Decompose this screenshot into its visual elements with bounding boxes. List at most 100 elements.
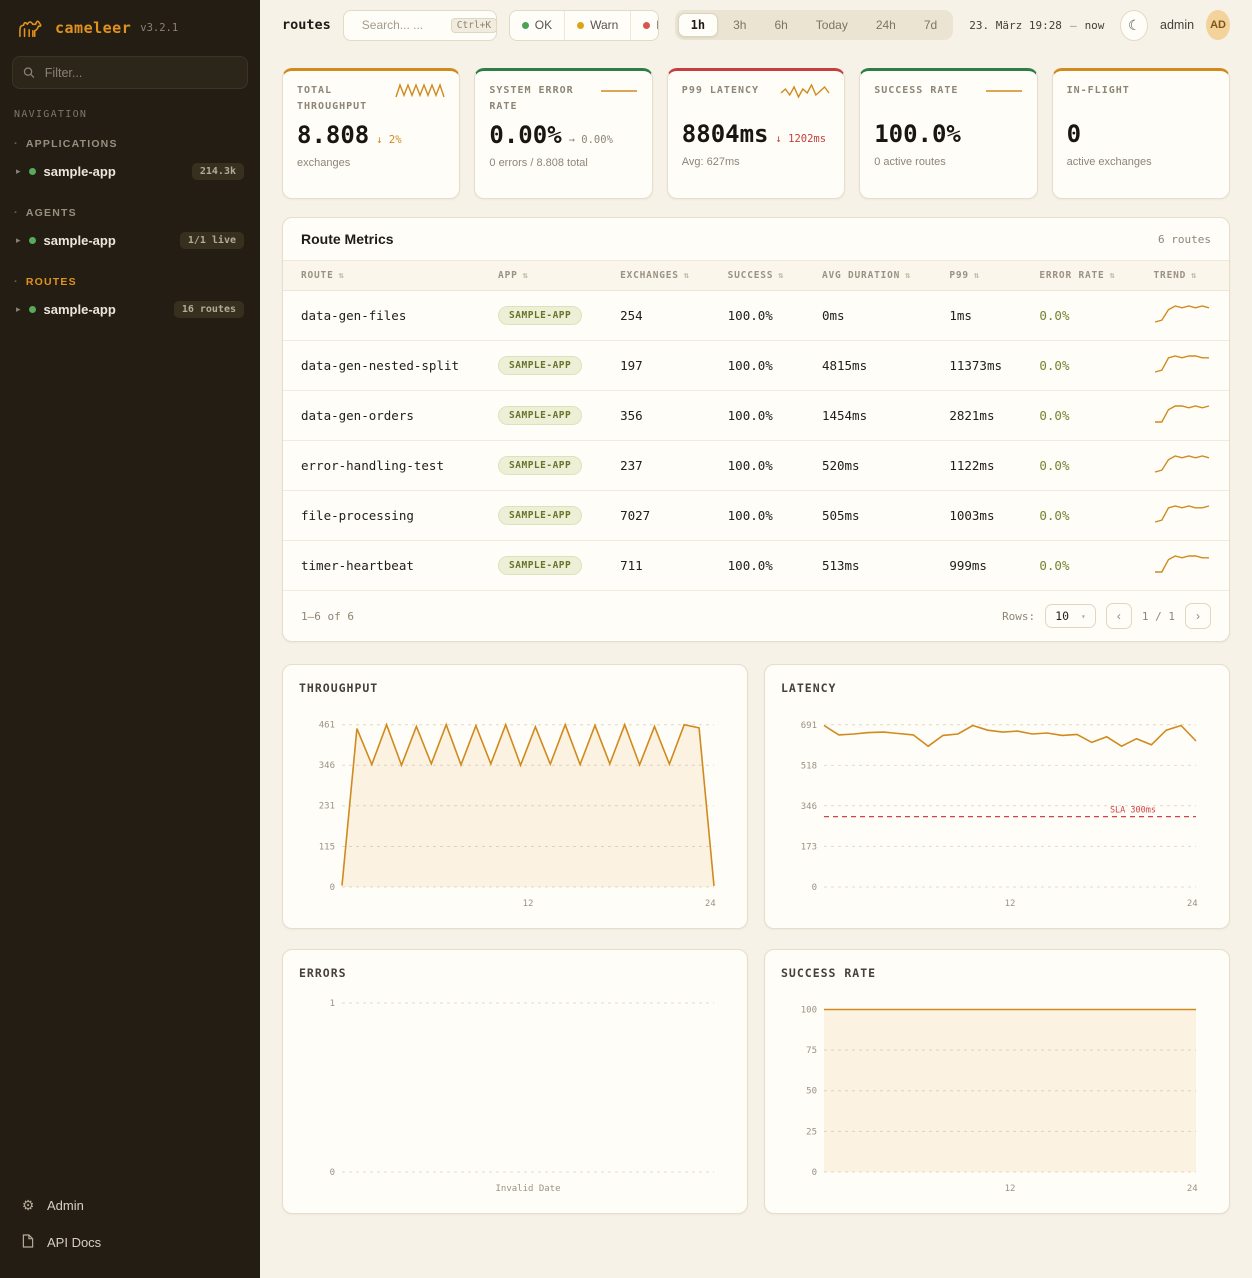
col-success[interactable]: SUCCESS⇅	[710, 261, 804, 291]
panel-title: Route Metrics	[301, 231, 394, 247]
filter-chip-error[interactable]: Error	[631, 11, 658, 40]
svg-text:24: 24	[705, 899, 716, 909]
cell-app: SAMPLE-APP	[480, 541, 602, 591]
error-dot	[643, 22, 650, 29]
sidebar-section-applications[interactable]: · APPLICATIONS	[0, 134, 260, 156]
kpi-value: 8.808	[297, 121, 369, 149]
cell-error-rate: 0.0%	[1021, 391, 1135, 441]
table-row[interactable]: data-gen-files SAMPLE-APP 254 100.0% 0ms…	[283, 291, 1229, 341]
warn-dot	[577, 22, 584, 29]
sidebar-section-routes-wrap: · ROUTES ▸ sample-app 16 routes	[0, 270, 260, 339]
sidebar-item-api-docs[interactable]: API Docs	[14, 1225, 246, 1260]
col-exchanges[interactable]: EXCHANGES⇅	[602, 261, 710, 291]
svg-text:231: 231	[319, 802, 335, 812]
sort-icon[interactable]: ⇅	[974, 271, 980, 281]
svg-text:173: 173	[801, 842, 817, 852]
search-input[interactable]	[360, 17, 444, 33]
trend-sparkline	[1154, 354, 1210, 374]
sidebar-item-sample-app-routes[interactable]: ▸ sample-app 16 routes	[8, 294, 252, 325]
kpi-success-rate: SUCCESS RATE 100.0% 0 active routes	[859, 68, 1037, 199]
cell-app: SAMPLE-APP	[480, 441, 602, 491]
sort-icon[interactable]: ⇅	[339, 271, 345, 281]
table-row[interactable]: timer-heartbeat SAMPLE-APP 711 100.0% 51…	[283, 541, 1229, 591]
content: TOTAL THROUGHPUT 8.808 ↓ 2% exchanges SY…	[260, 50, 1252, 1232]
cell-error-rate: 0.0%	[1021, 541, 1135, 591]
cell-exchanges: 237	[602, 441, 710, 491]
range-24h[interactable]: 24h	[863, 13, 909, 37]
svg-text:346: 346	[319, 761, 335, 771]
kpi-in-flight: IN-FLIGHT 0 active exchanges	[1052, 68, 1230, 199]
app-badge: SAMPLE-APP	[498, 356, 582, 375]
prev-page-button[interactable]: ‹	[1106, 603, 1132, 629]
col-route[interactable]: ROUTE⇅	[283, 261, 480, 291]
range-1h[interactable]: 1h	[678, 13, 718, 37]
cell-success: 100.0%	[710, 391, 804, 441]
sidebar-section-agents[interactable]: · AGENTS	[0, 203, 260, 225]
col-p99[interactable]: P99⇅	[931, 261, 1021, 291]
svg-text:SLA 300ms: SLA 300ms	[1110, 806, 1156, 816]
cell-route: error-handling-test	[283, 441, 480, 491]
route-metrics-table: ROUTE⇅ APP⇅ EXCHANGES⇅ SUCCESS⇅ AVG DURA…	[283, 260, 1229, 591]
cell-p99: 1ms	[931, 291, 1021, 341]
col-trend[interactable]: TREND⇅	[1136, 261, 1229, 291]
range-7d[interactable]: 7d	[911, 13, 950, 37]
table-row[interactable]: error-handling-test SAMPLE-APP 237 100.0…	[283, 441, 1229, 491]
cell-error-rate: 0.0%	[1021, 291, 1135, 341]
range-3h[interactable]: 3h	[720, 13, 759, 37]
range-6h[interactable]: 6h	[761, 13, 800, 37]
cell-route: data-gen-nested-split	[283, 341, 480, 391]
global-search[interactable]: Ctrl+K	[343, 10, 497, 41]
filter-chip-ok[interactable]: OK	[510, 11, 565, 40]
sort-icon[interactable]: ⇅	[523, 271, 529, 281]
nav-section-label: NAVIGATION	[0, 107, 260, 132]
dark-mode-toggle[interactable]: ☾	[1120, 10, 1148, 41]
sort-icon[interactable]: ⇅	[1191, 271, 1197, 281]
cell-trend	[1136, 491, 1229, 541]
sidebar-item-sample-app-applications[interactable]: ▸ sample-app 214.3k	[8, 156, 252, 187]
sort-icon[interactable]: ⇅	[684, 271, 690, 281]
success-rate-chart: 10075502501224	[782, 990, 1212, 1200]
col-app[interactable]: APP⇅	[480, 261, 602, 291]
col-error-rate[interactable]: ERROR RATE⇅	[1021, 261, 1135, 291]
table-row[interactable]: file-processing SAMPLE-APP 7027 100.0% 5…	[283, 491, 1229, 541]
table-row[interactable]: data-gen-orders SAMPLE-APP 356 100.0% 14…	[283, 391, 1229, 441]
sort-icon[interactable]: ⇅	[1110, 271, 1116, 281]
sidebar-item-label: sample-app	[44, 164, 116, 179]
section-label: ROUTES	[26, 276, 77, 288]
throughput-chart: 46134623111501224	[300, 705, 730, 915]
cell-app: SAMPLE-APP	[480, 391, 602, 441]
kpi-sub: 0 active routes	[874, 156, 1022, 168]
filter-chip-warn[interactable]: Warn	[565, 11, 631, 40]
filter-input[interactable]	[43, 65, 237, 81]
svg-text:115: 115	[319, 843, 335, 853]
sidebar-section-routes[interactable]: · ROUTES	[0, 272, 260, 294]
cell-avg: 1454ms	[804, 391, 931, 441]
sidebar-filter[interactable]	[12, 56, 248, 89]
cell-avg: 513ms	[804, 541, 931, 591]
rows-per-page-select[interactable]: 10 ▾	[1045, 604, 1096, 628]
sort-icon[interactable]: ⇅	[778, 271, 784, 281]
time-display[interactable]: 23. März 19:28 — now	[969, 19, 1104, 32]
sidebar-item-admin[interactable]: ⚙ Admin	[14, 1188, 246, 1223]
svg-text:24: 24	[1187, 899, 1198, 909]
kpi-delta: ↓ 1202ms	[776, 133, 827, 145]
sidebar-item-label: sample-app	[44, 233, 116, 248]
sidebar-item-sample-app-agents[interactable]: ▸ sample-app 1/1 live	[8, 225, 252, 256]
camel-logo-icon	[16, 16, 46, 40]
topbar: routes Ctrl+K OK Warn	[260, 0, 1252, 50]
avatar[interactable]: AD	[1206, 10, 1230, 40]
chip-label: Error	[656, 18, 658, 32]
sort-icon[interactable]: ⇅	[905, 271, 911, 281]
page-title: routes	[282, 17, 331, 33]
cell-p99: 11373ms	[931, 341, 1021, 391]
col-avg-duration[interactable]: AVG DURATION⇅	[804, 261, 931, 291]
next-page-button[interactable]: ›	[1185, 603, 1211, 629]
timestamp: 23. März 19:28	[969, 19, 1062, 32]
table-row[interactable]: data-gen-nested-split SAMPLE-APP 197 100…	[283, 341, 1229, 391]
svg-text:75: 75	[806, 1046, 817, 1056]
cell-avg: 0ms	[804, 291, 931, 341]
errors-chart: 10Invalid Date	[300, 990, 730, 1200]
range-today[interactable]: Today	[803, 13, 861, 37]
route-metrics-panel: Route Metrics 6 routes ROUTE⇅ APP⇅ EXCHA…	[282, 217, 1230, 642]
svg-text:12: 12	[1005, 1184, 1016, 1194]
